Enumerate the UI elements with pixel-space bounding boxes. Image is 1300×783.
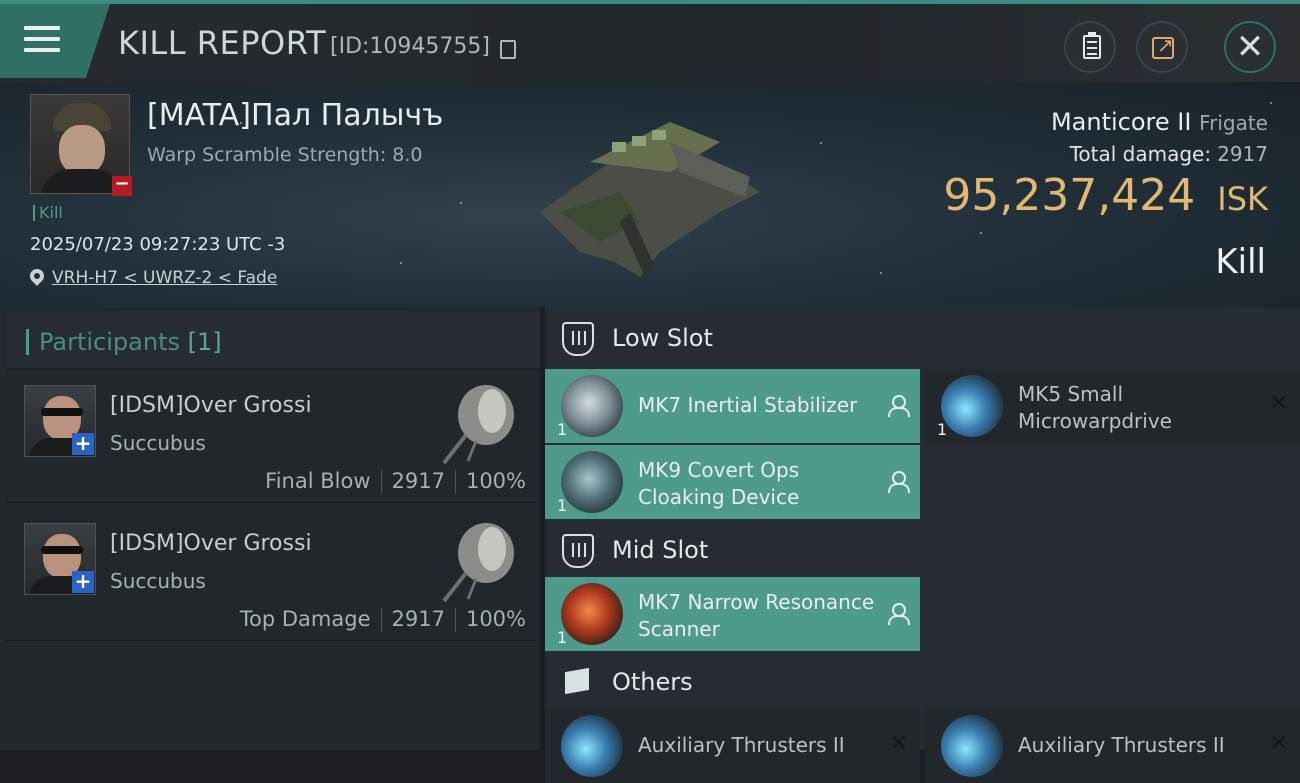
auxiliary-thrusters-icon	[941, 715, 1003, 777]
module-name: Auxiliary Thrusters II	[1018, 733, 1225, 757]
module-name: MK7 Narrow Resonance Scanner	[638, 590, 875, 641]
module-item[interactable]: Auxiliary Thrusters II ✕	[545, 709, 920, 783]
pilot-name[interactable]: [IDSM]Over Grossi	[110, 531, 312, 556]
copy-icon[interactable]	[500, 40, 516, 59]
ship-thumbnail[interactable]	[426, 375, 526, 465]
ally-badge: +	[72, 571, 94, 593]
ship-name[interactable]: Manticore II Frigate	[1051, 108, 1268, 136]
module-item[interactable]: 1 MK5 Small Microwarpdrive ✕	[925, 369, 1300, 443]
menu-button[interactable]	[0, 4, 110, 78]
mid-slot-title: Mid Slot	[612, 536, 709, 564]
microwarpdrive-icon	[941, 375, 1003, 437]
warp-scramble-strength: Warp Scramble Strength: 8.0	[147, 144, 423, 166]
low-slot-header: Low Slot	[545, 307, 1300, 369]
module-quantity: 1	[937, 420, 948, 439]
participant-row[interactable]: + [IDSM]Over Grossi Succubus Final Blow 2…	[6, 369, 536, 503]
cargo-box-icon	[562, 666, 594, 696]
pilot-stats: Top Damage 2917 100%	[239, 607, 526, 632]
report-id: [ID:10945755]	[330, 34, 490, 59]
clipboard-icon	[1083, 32, 1101, 59]
pilot-name[interactable]: [IDSM]Over Grossi	[110, 393, 312, 418]
pilot-icon	[888, 471, 910, 493]
mid-slot-header: Mid Slot	[545, 519, 1300, 581]
ship-thumbnail[interactable]	[426, 513, 526, 603]
victim-banner: − [MATA]Пал Палычъ Warp Scramble Strengt…	[0, 82, 1300, 307]
module-quantity: 1	[557, 496, 568, 515]
clipboard-button[interactable]	[1064, 21, 1116, 73]
fitting-panel: Low Slot 1 MK7 Inertial Stabilizer 1 MK5…	[545, 307, 1300, 783]
module-name: Auxiliary Thrusters II	[638, 733, 845, 757]
resonance-scanner-icon	[561, 583, 623, 645]
header-bar: KILL REPORT [ID:10945755] ✕	[0, 0, 1300, 82]
kill-location-link[interactable]: VRH-H7 < UWRZ-2 < Fade	[52, 268, 277, 288]
ally-badge: +	[72, 433, 94, 455]
module-item[interactable]: 1 MK7 Inertial Stabilizer	[545, 369, 920, 443]
menu-icon[interactable]	[24, 26, 60, 54]
result-label: Kill	[1215, 242, 1266, 282]
module-item[interactable]: 1 MK9 Covert Ops Cloaking Device	[545, 445, 920, 519]
hostile-badge: −	[112, 175, 132, 196]
participants-panel: Participants [1] + [IDSM]Over Grossi Suc…	[0, 307, 540, 750]
total-damage: Total damage: 2917	[1069, 142, 1268, 166]
others-header: Others	[545, 651, 1300, 713]
pilot-ship: Succubus	[110, 569, 206, 593]
destroyed-x-icon: ✕	[889, 731, 908, 756]
low-slot-icon	[562, 322, 594, 356]
others-title: Others	[612, 668, 693, 696]
share-button[interactable]	[1136, 21, 1188, 73]
pilot-icon	[888, 395, 910, 417]
cloaking-device-icon	[561, 451, 623, 513]
location-pin-icon	[30, 269, 44, 287]
module-item[interactable]: Auxiliary Thrusters II ✕	[925, 709, 1300, 783]
mid-slot-icon	[562, 534, 594, 568]
isk-value: 95,237,424 ISK	[943, 170, 1268, 221]
kill-datetime: 2025/07/23 09:27:23 UTC -3	[30, 234, 286, 255]
module-item[interactable]: 1 MK7 Narrow Resonance Scanner	[545, 577, 920, 651]
victim-name[interactable]: [MATA]Пал Палычъ	[147, 98, 443, 133]
module-quantity: 1	[557, 628, 568, 647]
pilot-icon	[888, 603, 910, 625]
pilot-stats: Final Blow 2917 100%	[265, 469, 526, 494]
destroyed-x-icon: ✕	[1269, 391, 1288, 416]
destroyed-x-icon: ✕	[1269, 731, 1288, 756]
page-title: KILL REPORT	[118, 24, 327, 62]
auxiliary-thrusters-icon	[561, 715, 623, 777]
close-button[interactable]: ✕	[1224, 21, 1276, 73]
kill-tag: Kill	[33, 205, 63, 221]
low-slot-title: Low Slot	[612, 324, 713, 352]
module-quantity: 1	[557, 420, 568, 439]
share-icon	[1152, 33, 1174, 59]
participant-row[interactable]: + [IDSM]Over Grossi Succubus Top Damage 2…	[6, 507, 536, 641]
participants-label: Participants [1]	[26, 329, 222, 355]
module-name: MK5 Small Microwarpdrive	[1018, 382, 1172, 433]
close-icon: ✕	[1235, 27, 1265, 67]
ship-image[interactable]	[520, 102, 780, 282]
module-name: MK9 Covert Ops Cloaking Device	[638, 458, 800, 509]
inertial-stabilizer-icon	[561, 375, 623, 437]
module-name: MK7 Inertial Stabilizer	[638, 393, 858, 417]
pilot-ship: Succubus	[110, 431, 206, 455]
participants-header: Participants [1]	[6, 311, 540, 369]
